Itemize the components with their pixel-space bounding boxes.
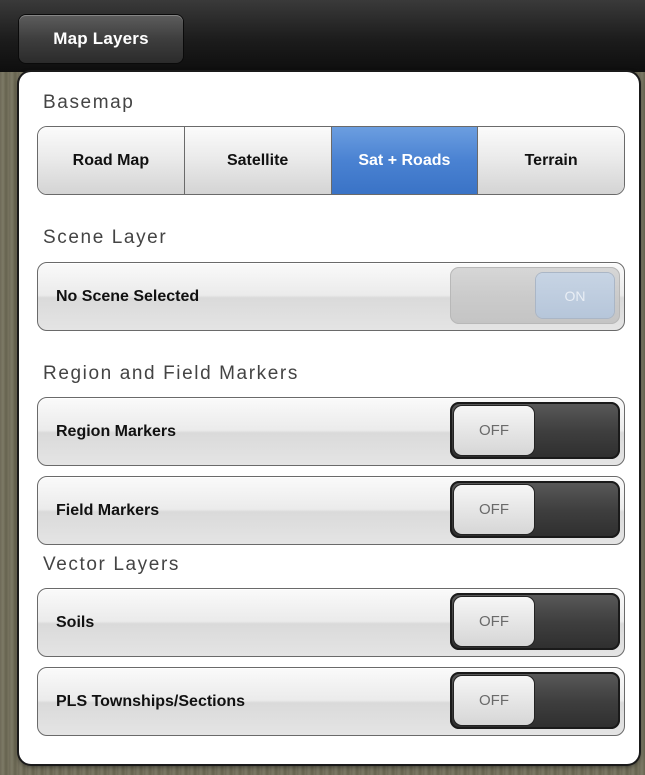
basemap-option-sat-roads[interactable]: Sat + Roads [331, 127, 479, 194]
region-markers-toggle[interactable]: OFF [450, 402, 620, 459]
pls-townships-toggle[interactable]: OFF [450, 672, 620, 729]
basemap-section-title: Basemap [43, 92, 135, 113]
scene-layer-label: No Scene Selected [56, 287, 200, 305]
region-markers-toggle-state: OFF [454, 406, 534, 455]
soils-toggle[interactable]: OFF [450, 593, 620, 650]
map-layers-panel: Basemap Road Map Satellite Sat + Roads T… [19, 72, 639, 764]
scene-layer-row: No Scene Selected ON [37, 262, 625, 331]
basemap-option-terrain[interactable]: Terrain [478, 127, 624, 194]
scene-layer-toggle: ON [450, 267, 620, 324]
markers-section-title: Region and Field Markers [43, 363, 299, 384]
field-markers-toggle[interactable]: OFF [450, 481, 620, 538]
soils-row: Soils OFF [37, 588, 625, 657]
pls-townships-label: PLS Townships/Sections [56, 692, 246, 710]
map-layers-button[interactable]: Map Layers [19, 15, 183, 63]
scene-layer-section-title: Scene Layer [43, 227, 168, 248]
scene-layer-toggle-label: ON [536, 273, 614, 318]
soils-toggle-state: OFF [454, 597, 534, 646]
field-markers-toggle-state: OFF [454, 485, 534, 534]
basemap-segmented-control: Road Map Satellite Sat + Roads Terrain [37, 126, 625, 195]
region-markers-label: Region Markers [56, 422, 177, 440]
basemap-option-satellite[interactable]: Satellite [184, 127, 332, 194]
region-markers-row: Region Markers OFF [37, 397, 625, 466]
soils-label: Soils [56, 613, 95, 631]
basemap-option-road-map[interactable]: Road Map [38, 127, 185, 194]
vector-layers-section-title: Vector Layers [43, 554, 180, 575]
field-markers-row: Field Markers OFF [37, 476, 625, 545]
field-markers-label: Field Markers [56, 501, 160, 519]
pls-townships-toggle-state: OFF [454, 676, 534, 725]
pls-townships-row: PLS Townships/Sections OFF [37, 667, 625, 736]
